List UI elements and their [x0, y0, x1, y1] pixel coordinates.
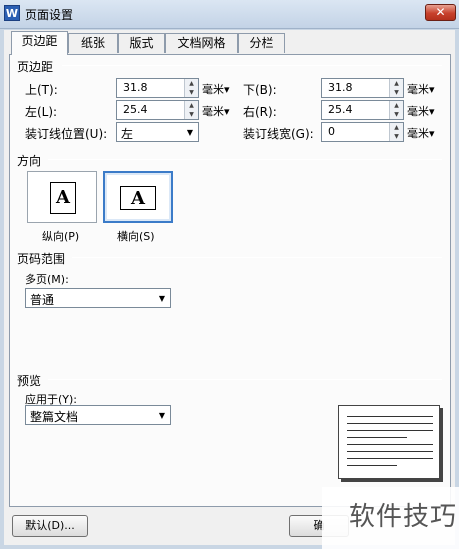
page-range-divider	[72, 257, 442, 258]
preview-line	[347, 465, 397, 466]
top-margin-value: 31.8	[123, 81, 148, 94]
top-margin-unit[interactable]: 毫米▾	[202, 81, 230, 97]
left-margin-input[interactable]: 25.4 ▲ ▼	[116, 100, 199, 120]
bottom-margin-value: 31.8	[328, 81, 353, 94]
margins-section-label: 页边距	[17, 60, 54, 74]
right-margin-label: 右(R):	[243, 105, 277, 119]
landscape-label[interactable]: 横向(S)	[117, 228, 155, 244]
tab-margins[interactable]: 页边距	[11, 31, 68, 55]
preview-divider	[48, 379, 442, 380]
top-margin-spinner[interactable]: ▲ ▼	[184, 79, 198, 97]
landscape-page-icon: A	[120, 186, 156, 210]
bottom-margin-label: 下(B):	[243, 83, 277, 97]
preview-line	[347, 437, 407, 438]
tab-layout[interactable]: 版式	[118, 33, 165, 53]
gutter-width-value: 0	[328, 125, 335, 138]
tab-columns[interactable]: 分栏	[238, 33, 285, 53]
right-margin-spinner[interactable]: ▲ ▼	[389, 101, 403, 119]
bottom-margin-input[interactable]: 31.8 ▲ ▼	[321, 78, 404, 98]
tab-paper[interactable]: 纸张	[68, 33, 118, 53]
left-margin-unit[interactable]: 毫米▾	[202, 103, 230, 119]
orientation-section-label: 方向	[17, 154, 42, 168]
chevron-down-icon: ▼	[186, 128, 193, 137]
gutter-position-select[interactable]: 左 ▼	[116, 122, 199, 142]
title-bar: W 页面设置 ✕	[0, 0, 459, 29]
portrait-option[interactable]: A	[27, 171, 97, 223]
right-margin-input[interactable]: 25.4 ▲ ▼	[321, 100, 404, 120]
top-margin-label: 上(T):	[25, 83, 58, 97]
gutter-width-input[interactable]: 0 ▲ ▼	[321, 122, 404, 142]
multiple-pages-select[interactable]: 普通 ▼	[25, 288, 171, 308]
gutter-position-value: 左	[121, 127, 134, 141]
preview-line	[347, 451, 433, 452]
tab-document-grid[interactable]: 文档网格	[165, 33, 238, 53]
multiple-pages-value: 普通	[30, 293, 55, 307]
apply-to-select[interactable]: 整篇文档 ▼	[25, 405, 171, 425]
chevron-down-icon: ▼	[158, 294, 165, 303]
bottom-margin-spinner[interactable]: ▲ ▼	[389, 79, 403, 97]
gutter-position-label: 装订线位置(U):	[25, 127, 108, 141]
landscape-option[interactable]: A	[103, 171, 173, 223]
left-margin-label: 左(L):	[25, 105, 58, 119]
left-margin-value: 25.4	[123, 103, 148, 116]
right-margin-value: 25.4	[328, 103, 353, 116]
preview-line	[347, 444, 433, 445]
close-button[interactable]: ✕	[425, 4, 456, 21]
apply-to-value: 整篇文档	[30, 410, 79, 424]
gutter-width-label: 装订线宽(G):	[243, 127, 314, 141]
preview-line	[347, 430, 433, 431]
portrait-label[interactable]: 纵向(P)	[42, 228, 79, 244]
default-button[interactable]: 默认(D)...	[12, 515, 88, 537]
top-margin-input[interactable]: 31.8 ▲ ▼	[116, 78, 199, 98]
margins-divider	[62, 65, 442, 66]
left-margin-spinner[interactable]: ▲ ▼	[184, 101, 198, 119]
dialog-title: 页面设置	[25, 8, 74, 22]
gutter-width-spinner[interactable]: ▲ ▼	[389, 123, 403, 141]
chevron-down-icon: ▼	[158, 411, 165, 420]
multiple-pages-label: 多页(M):	[25, 273, 69, 286]
preview-line	[347, 423, 433, 424]
wps-writer-icon: W	[4, 5, 20, 21]
preview-line	[347, 416, 433, 417]
preview-section-label: 预览	[17, 374, 42, 388]
portrait-page-icon: A	[50, 182, 76, 214]
page-range-section-label: 页码范围	[17, 252, 66, 266]
right-margin-unit[interactable]: 毫米▾	[407, 103, 435, 119]
gutter-width-unit[interactable]: 毫米▾	[407, 125, 435, 141]
orientation-divider	[48, 159, 442, 160]
page-preview	[338, 405, 440, 479]
watermark: 软件技巧	[322, 487, 459, 549]
preview-line	[347, 458, 433, 459]
bottom-margin-unit[interactable]: 毫米▾	[407, 81, 435, 97]
